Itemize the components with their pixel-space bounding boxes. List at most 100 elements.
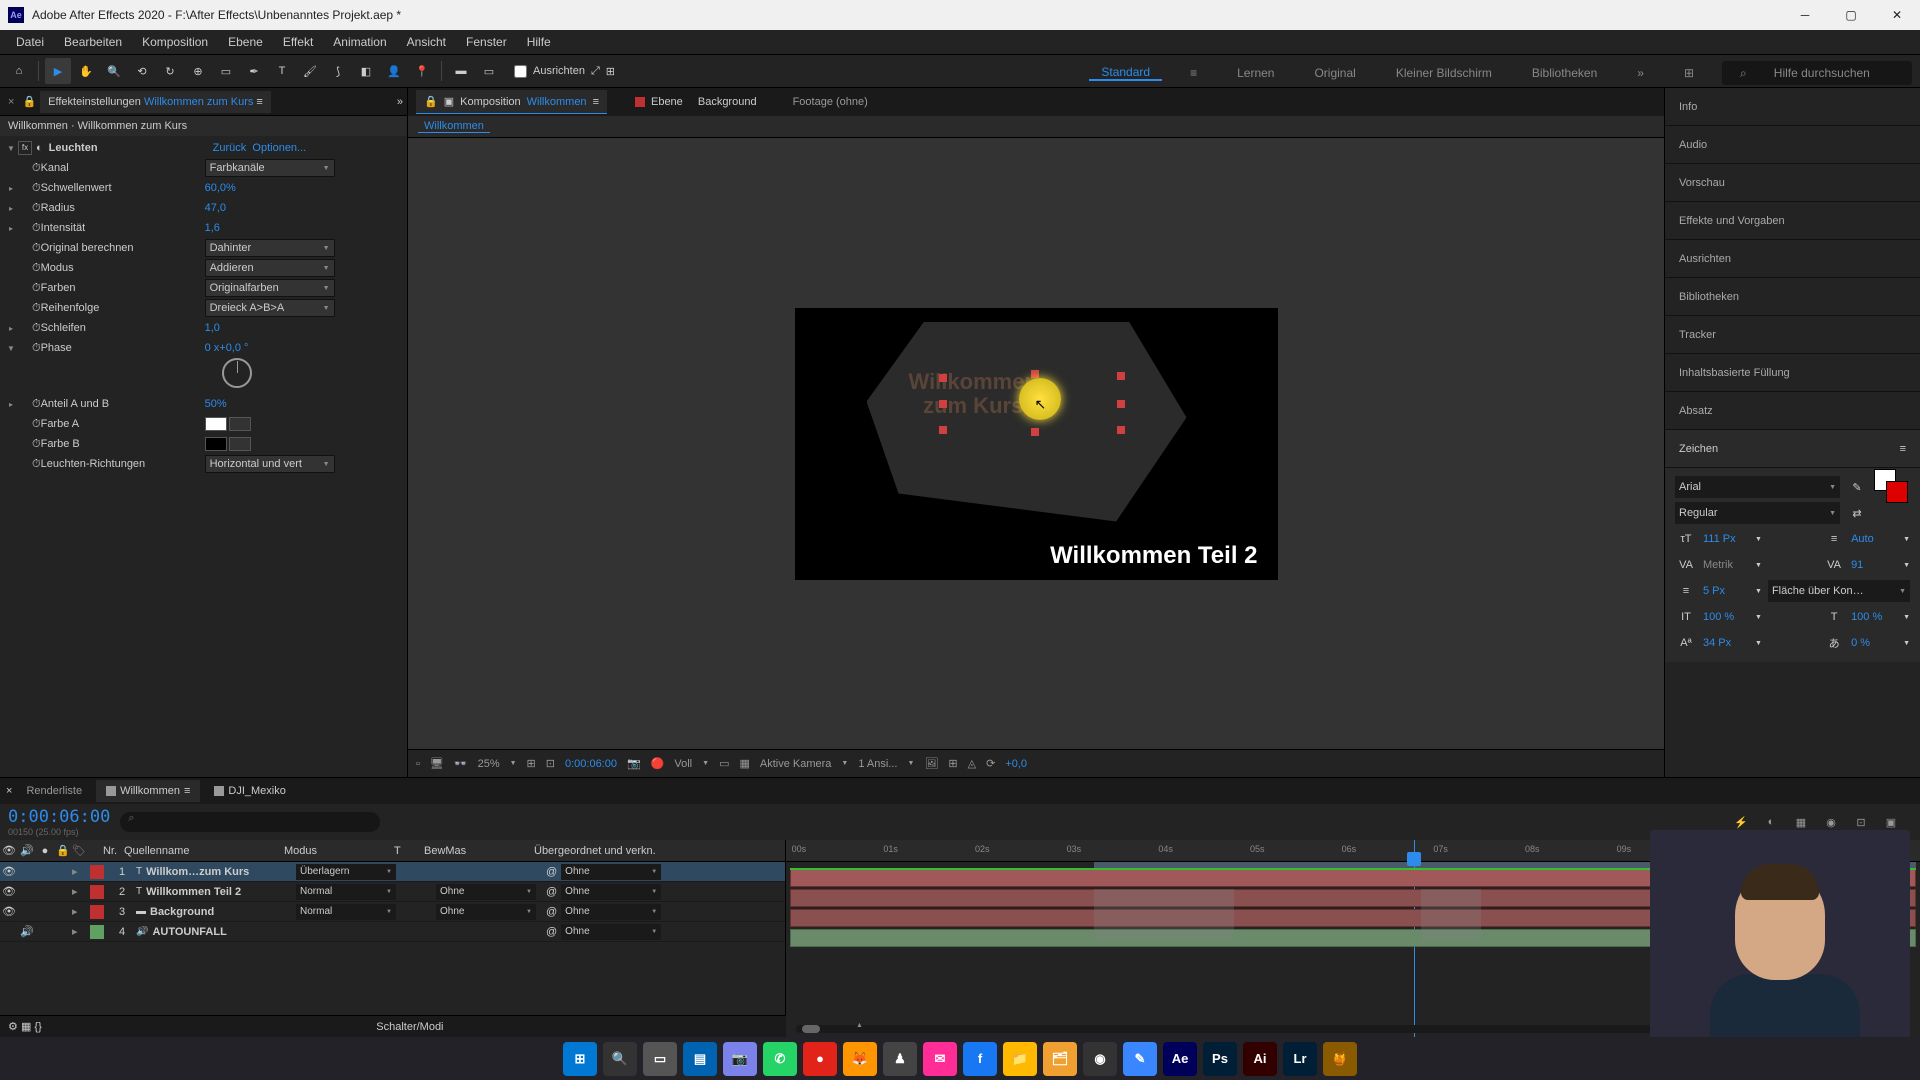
rect-tool[interactable]: ▭ [213, 58, 239, 84]
menu-file[interactable]: Datei [6, 30, 54, 54]
ctrl-icon[interactable]: 👓 [454, 757, 468, 770]
transparency-icon[interactable]: ▦ [739, 757, 749, 770]
pen-tool[interactable]: ✒ [241, 58, 267, 84]
panel-align[interactable]: Ausrichten [1665, 240, 1920, 278]
tl-footer-icon[interactable]: {} [34, 1021, 41, 1033]
selection-handle[interactable] [939, 374, 947, 382]
minimize-button[interactable]: ─ [1782, 0, 1828, 30]
reihen-dropdown[interactable]: Dreieck A>B>A [205, 299, 335, 317]
camera-dropdown[interactable]: Aktive Kamera [760, 758, 832, 770]
taskbar-app-icon[interactable]: ▤ [683, 1042, 717, 1076]
stroke-width-field[interactable]: 5 Px [1703, 585, 1749, 597]
ctrl-icon[interactable]: 🖼 [924, 757, 938, 770]
anteil-value[interactable]: 50% [205, 398, 227, 410]
zoom-tool[interactable]: 🔍 [101, 58, 127, 84]
ctrl-icon[interactable]: ▫ [416, 758, 420, 770]
playhead-handle[interactable] [1407, 852, 1421, 866]
menu-edit[interactable]: Bearbeiten [54, 30, 132, 54]
stopwatch-icon[interactable]: ⏱ [32, 438, 41, 451]
schwell-value[interactable]: 60,0% [205, 182, 236, 194]
layer-matte-dropdown[interactable]: Ohne [436, 904, 536, 920]
taskbar-app-icon[interactable]: 🔍 [603, 1042, 637, 1076]
layer-row[interactable]: 👁 ▸ 3 ▬ Background Normal Ohne @ Ohne [0, 902, 785, 922]
zoom-dropdown[interactable]: 25% [478, 758, 500, 770]
orig-dropdown[interactable]: Dahinter [205, 239, 335, 257]
fx-mask-icon[interactable]: ◐ [36, 142, 43, 154]
menu-window[interactable]: Fenster [456, 30, 517, 54]
menu-view[interactable]: Ansicht [397, 30, 456, 54]
tl-close-icon[interactable]: × [6, 785, 12, 797]
panel-character[interactable]: Zeichen≡ [1665, 430, 1920, 468]
layer-name[interactable]: ▬ Background [136, 906, 296, 918]
ctrl-icon[interactable]: ⟳ [986, 757, 995, 770]
workspace-libraries[interactable]: Bibliotheken [1520, 66, 1609, 80]
region-icon[interactable]: ▭ [719, 757, 729, 770]
schleif-value[interactable]: 1,0 [205, 322, 220, 334]
menu-composition[interactable]: Komposition [132, 30, 218, 54]
menu-effect[interactable]: Effekt [273, 30, 323, 54]
snapshot-icon[interactable]: 📷 [627, 757, 641, 770]
comp-tab-layer[interactable]: Ebene Background [627, 90, 765, 114]
home-tool[interactable]: ⌂ [6, 58, 32, 84]
effect-options-link[interactable]: Optionen... [252, 142, 306, 154]
stopwatch-icon[interactable]: ⏱ [32, 342, 41, 355]
kanal-dropdown[interactable]: Farbkanäle [205, 159, 335, 177]
color-depth-dropdown[interactable]: Voll [674, 758, 692, 770]
snap-checkbox[interactable] [514, 65, 527, 78]
stopwatch-icon[interactable]: ⏱ [32, 202, 41, 215]
font-style-dropdown[interactable]: Regular [1675, 502, 1840, 524]
menu-layer[interactable]: Ebene [218, 30, 273, 54]
snap-opts-icon[interactable]: ⤢ [591, 65, 600, 78]
layer-parent-dropdown[interactable]: Ohne [561, 864, 661, 880]
intens-value[interactable]: 1,6 [205, 222, 220, 234]
layer-twirl-icon[interactable]: ▸ [72, 925, 86, 938]
workspace-reset-icon[interactable]: ⊞ [1672, 66, 1706, 80]
stopwatch-icon[interactable]: ⏱ [32, 458, 41, 471]
taskbar-app-icon[interactable]: ● [803, 1042, 837, 1076]
layer-row[interactable]: 👁 ▸ 1 T Willkom…zum Kurs Überlagern @ Oh… [0, 862, 785, 882]
taskbar-app-icon[interactable]: Ai [1243, 1042, 1277, 1076]
panel-audio[interactable]: Audio [1665, 126, 1920, 164]
taskbar-app-icon[interactable]: Ps [1203, 1042, 1237, 1076]
selection-handle[interactable] [1117, 400, 1125, 408]
parent-pickwhip-icon[interactable]: @ [546, 906, 557, 918]
hscale-field[interactable]: 100 % [1851, 611, 1897, 623]
taskbar-app-icon[interactable]: ◉ [1083, 1042, 1117, 1076]
selection-handle[interactable] [1031, 370, 1039, 378]
layer-matte-dropdown[interactable]: Ohne [436, 884, 536, 900]
selection-handle[interactable] [939, 426, 947, 434]
color-a-eyedropper-icon[interactable] [229, 417, 251, 431]
kerning-field[interactable]: Metrik [1703, 559, 1749, 571]
tl-footer-icon[interactable]: ⚙ [8, 1020, 18, 1033]
baseline-field[interactable]: 34 Px [1703, 637, 1749, 649]
roto-tool[interactable]: 👤 [381, 58, 407, 84]
workspace-learn[interactable]: Lernen [1225, 66, 1286, 80]
fx-twirl-icon[interactable]: ▼ [4, 144, 18, 153]
farben-dropdown[interactable]: Originalfarben [205, 279, 335, 297]
stroke-option-dropdown[interactable]: Fläche über Kon… [1768, 580, 1910, 602]
menu-help[interactable]: Hilfe [517, 30, 561, 54]
radius-value[interactable]: 47,0 [205, 202, 226, 214]
font-size-field[interactable]: 111 Px [1703, 533, 1749, 545]
leading-field[interactable]: Auto [1851, 533, 1897, 545]
panel-preview[interactable]: Vorschau [1665, 164, 1920, 202]
res-dropdown[interactable]: ⊞ [527, 757, 536, 770]
tab-comp[interactable]: Willkommen ≡ [96, 780, 200, 802]
vscale-field[interactable]: 100 % [1703, 611, 1749, 623]
text-tool[interactable]: T [269, 58, 295, 84]
brush-tool[interactable]: 🖌 [297, 58, 323, 84]
panel-effects-presets[interactable]: Effekte und Vorgaben [1665, 202, 1920, 240]
richt-dropdown[interactable]: Horizontal und vert [205, 455, 335, 473]
taskbar-app-icon[interactable]: ▭ [643, 1042, 677, 1076]
taskbar-app-icon[interactable]: Lr [1283, 1042, 1317, 1076]
stopwatch-icon[interactable]: ⏱ [32, 282, 41, 295]
comp-tab-footage[interactable]: Footage (ohne) [785, 90, 876, 114]
layer-name[interactable]: T Willkommen Teil 2 [136, 886, 296, 898]
eraser-tool[interactable]: ◧ [353, 58, 379, 84]
ctrl-icon[interactable]: 🖥 [430, 757, 444, 770]
tl-footer-icon[interactable]: ▦ [21, 1020, 31, 1033]
parent-pickwhip-icon[interactable]: @ [546, 866, 557, 878]
workspace-more-icon[interactable]: » [1625, 66, 1656, 80]
hand-tool[interactable]: ✋ [73, 58, 99, 84]
layer-twirl-icon[interactable]: ▸ [72, 885, 86, 898]
